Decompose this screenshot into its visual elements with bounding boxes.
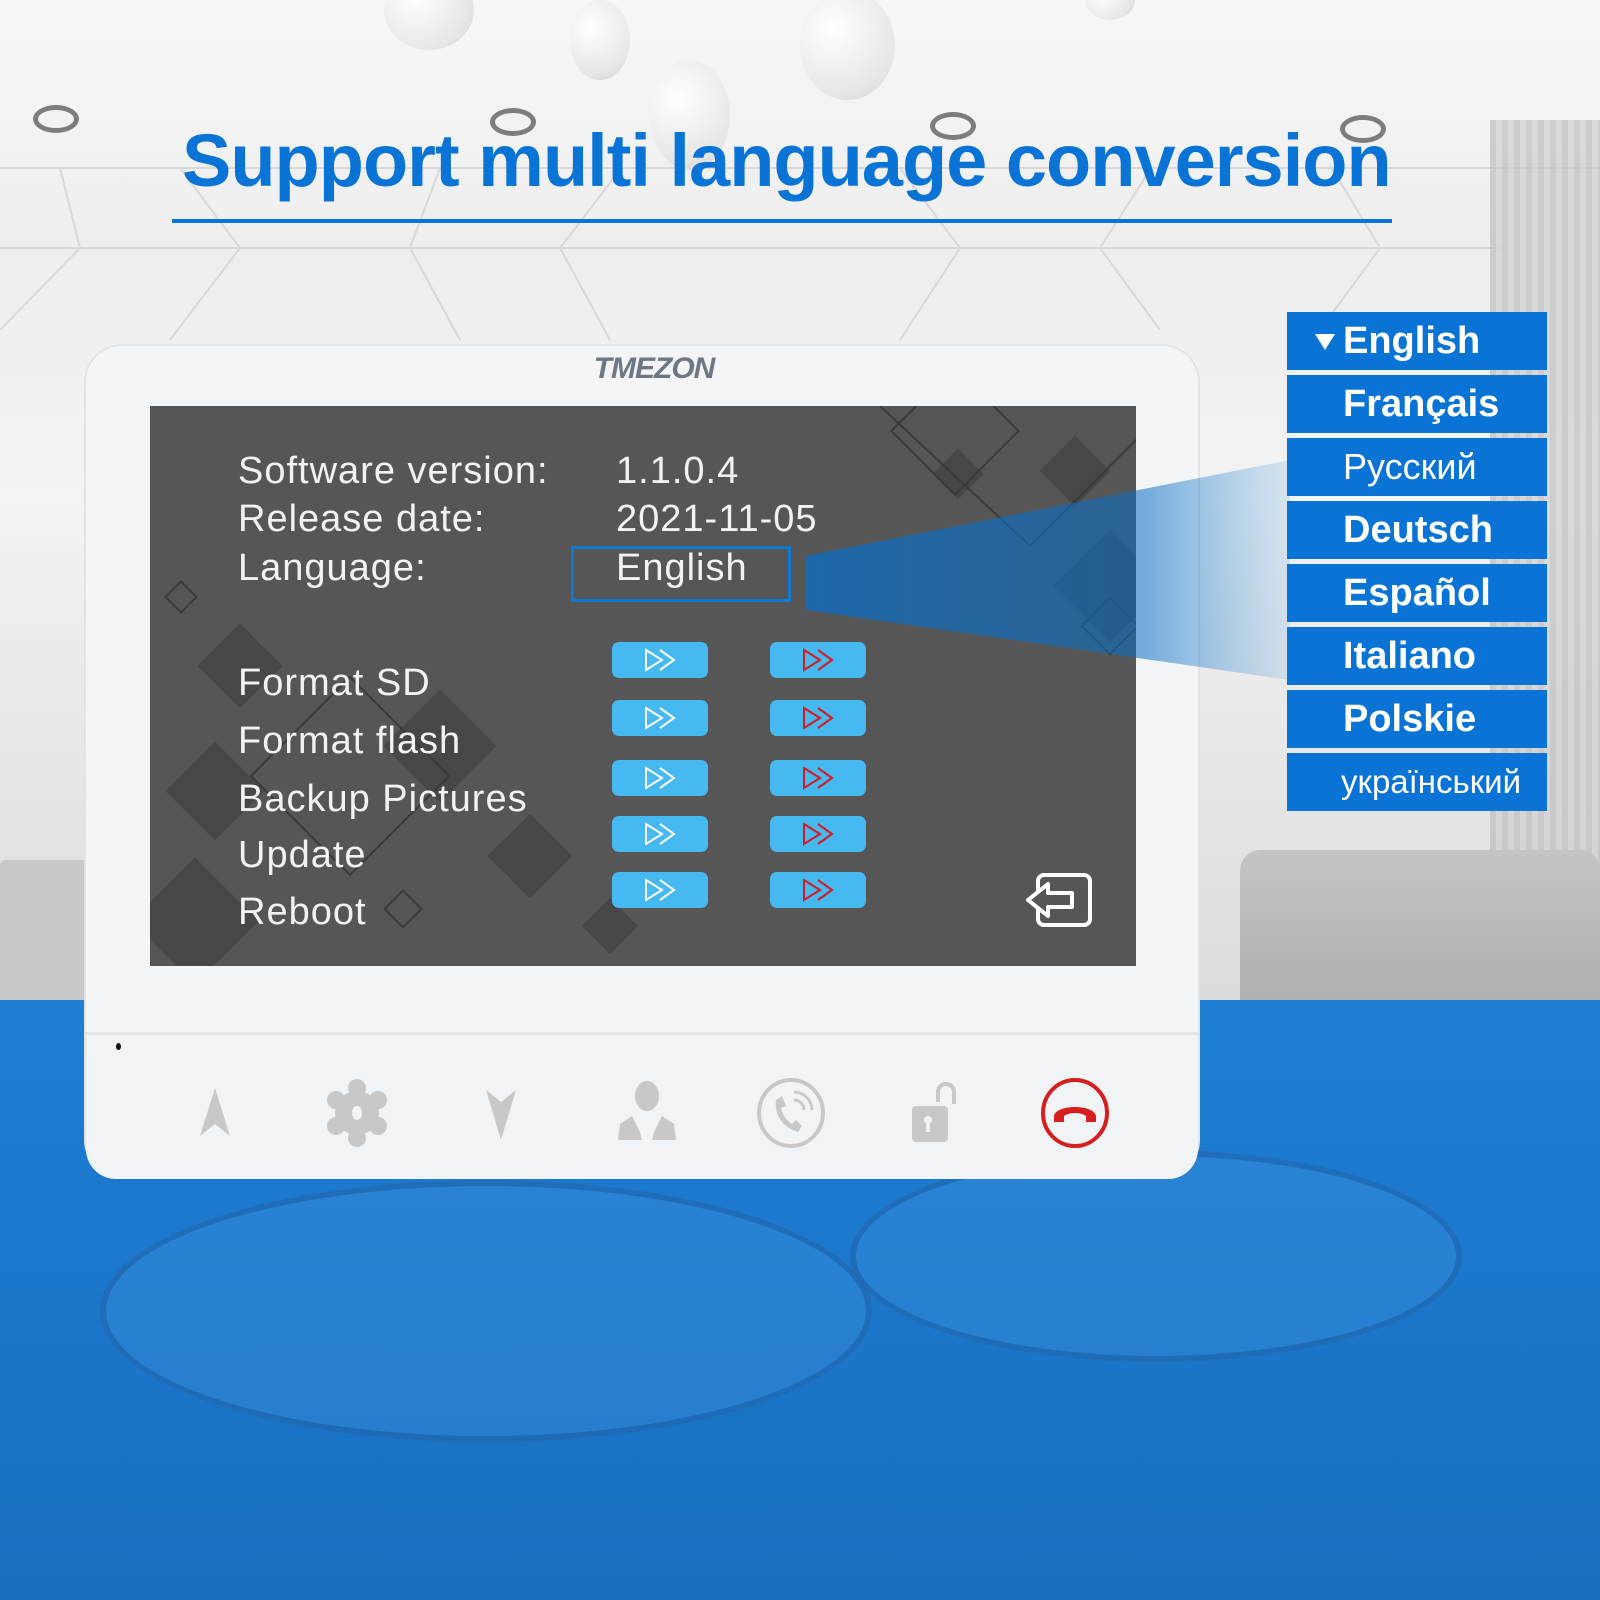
exit-arrow-icon[interactable] — [1024, 872, 1094, 928]
double-chevron-right-icon — [645, 766, 676, 790]
microphone-hole — [116, 1043, 121, 1050]
pendant-lamp — [570, 0, 630, 80]
double-chevron-right-icon — [645, 878, 676, 902]
double-chevron-right-icon — [803, 706, 834, 730]
double-chevron-right-icon — [645, 822, 676, 846]
language-value: English — [616, 547, 748, 589]
language-option-label: український — [1341, 763, 1522, 800]
settings-screen: Software version: 1.1.0.4 Release date: … — [150, 406, 1136, 966]
background-sofa — [0, 860, 90, 1000]
menu-format-flash: Format flash — [238, 720, 462, 762]
banner-title: Support multi language conversion — [182, 119, 1392, 202]
video-intercom-monitor: TMEZON Software version: 1.1.0.4 Release… — [86, 346, 1198, 1179]
language-option-label: Français — [1343, 383, 1500, 425]
language-option-spanish[interactable]: Español — [1287, 564, 1547, 622]
double-chevron-right-icon — [803, 822, 834, 846]
language-list: English Français Русский Deutsch Español… — [1287, 312, 1547, 816]
reboot-confirm-button[interactable] — [612, 872, 708, 908]
language-option-ukrainian[interactable]: український — [1287, 753, 1547, 811]
double-chevron-right-icon — [645, 706, 676, 730]
language-option-polish[interactable]: Polskie — [1287, 690, 1547, 748]
background-sofa — [1240, 850, 1600, 1000]
menu-reboot: Reboot — [238, 891, 367, 933]
phone-ringing-icon[interactable] — [754, 1076, 828, 1150]
software-version-label: Software version: — [238, 450, 549, 492]
language-option-italian[interactable]: Italiano — [1287, 627, 1547, 685]
language-option-label: Русский — [1343, 446, 1477, 487]
menu-format-sd: Format SD — [238, 662, 431, 704]
format-flash-confirm-button[interactable] — [612, 700, 708, 736]
format-sd-confirm-button[interactable] — [612, 642, 708, 678]
language-option-label: Italiano — [1343, 635, 1477, 677]
menu-update: Update — [238, 834, 367, 876]
double-chevron-right-icon — [803, 878, 834, 902]
menu-backup-pictures: Backup Pictures — [238, 778, 528, 820]
double-chevron-right-icon — [645, 648, 676, 672]
brand-logo: TMEZON — [593, 352, 716, 385]
up-triangle-icon[interactable] — [178, 1076, 252, 1150]
hang-up-icon[interactable] — [1038, 1076, 1112, 1150]
down-triangle-icon[interactable] — [464, 1076, 538, 1150]
language-option-label: Deutsch — [1343, 509, 1493, 551]
release-date-label: Release date: — [238, 498, 486, 540]
unlock-icon[interactable] — [898, 1076, 972, 1150]
title-underline — [172, 219, 1392, 223]
language-option-label: Polskie — [1343, 698, 1477, 740]
language-label: Language: — [238, 547, 427, 589]
gear-icon[interactable] — [320, 1076, 394, 1150]
reboot-cancel-button[interactable] — [770, 872, 866, 908]
backup-pictures-cancel-button[interactable] — [770, 760, 866, 796]
language-option-english[interactable]: English — [1287, 312, 1547, 370]
language-option-french[interactable]: Français — [1287, 375, 1547, 433]
update-cancel-button[interactable] — [770, 816, 866, 852]
language-option-german[interactable]: Deutsch — [1287, 501, 1547, 559]
language-option-russian[interactable]: Русский — [1287, 438, 1547, 496]
language-option-label: English — [1343, 320, 1481, 362]
language-option-label: Español — [1343, 572, 1491, 614]
format-sd-cancel-button[interactable] — [770, 642, 866, 678]
double-chevron-right-icon — [803, 648, 834, 672]
backup-pictures-confirm-button[interactable] — [612, 760, 708, 796]
user-icon[interactable] — [610, 1076, 684, 1150]
background-table — [100, 1180, 872, 1442]
ceiling-light — [33, 105, 79, 133]
double-chevron-right-icon — [803, 766, 834, 790]
format-flash-cancel-button[interactable] — [770, 700, 866, 736]
background-table — [850, 1150, 1462, 1362]
update-confirm-button[interactable] — [612, 816, 708, 852]
release-date-value: 2021-11-05 — [616, 498, 818, 540]
caret-down-icon — [1315, 334, 1335, 350]
software-version-value: 1.1.0.4 — [616, 450, 740, 492]
